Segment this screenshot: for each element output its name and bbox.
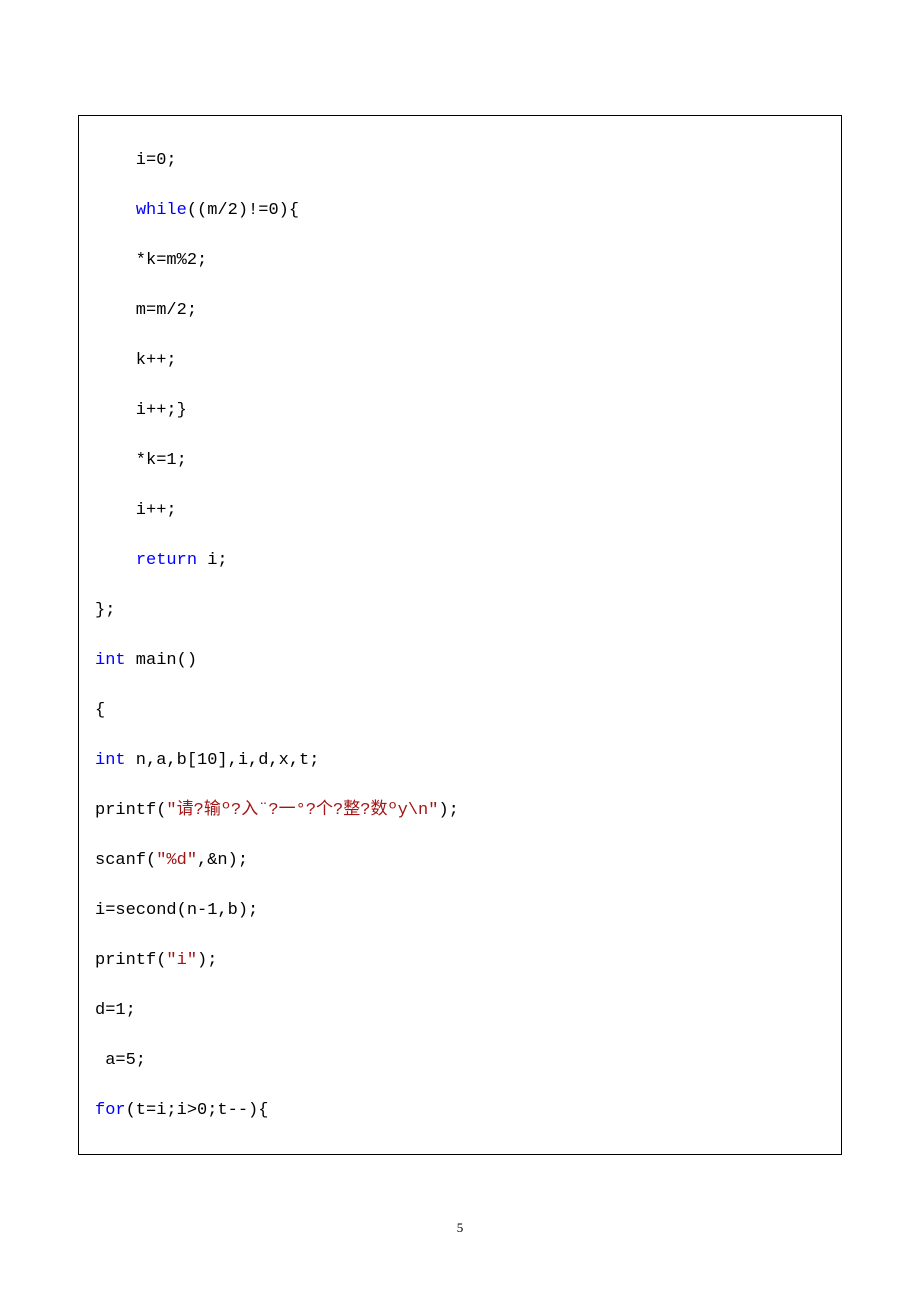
string-literal: "请?输º?入¨?一°?个?整?数ºy\n" — [166, 801, 438, 820]
code-text: ((m/2)!=0){ — [187, 201, 299, 220]
code-line: for(t=i;i>0;t--){ — [95, 1086, 825, 1136]
code-line: k++; — [95, 336, 825, 386]
code-line: *k=m%2; — [95, 236, 825, 286]
code-text: i++; — [95, 501, 177, 520]
document-page: i=0; while((m/2)!=0){ *k=m%2; m=m/2; k++… — [0, 0, 920, 1302]
code-line: }; — [95, 586, 825, 636]
code-line: i=0; — [95, 136, 825, 186]
code-text: ); — [438, 801, 458, 820]
code-text: (t=i;i>0;t--){ — [126, 1101, 269, 1120]
code-line: d=1; — [95, 986, 825, 1036]
code-line: i=second(n-1,b); — [95, 886, 825, 936]
code-line: printf("请?输º?入¨?一°?个?整?数ºy\n"); — [95, 786, 825, 836]
code-text: k++; — [95, 351, 177, 370]
string-literal: "%d" — [156, 851, 197, 870]
code-text — [95, 551, 136, 570]
code-text: }; — [95, 601, 115, 620]
code-text: i++;} — [95, 401, 187, 420]
code-line: i++; — [95, 486, 825, 536]
code-line: printf("i"); — [95, 936, 825, 986]
code-text: *k=m%2; — [95, 251, 207, 270]
code-line: int main() — [95, 636, 825, 686]
code-text: scanf( — [95, 851, 156, 870]
keyword-for: for — [95, 1101, 126, 1120]
code-text: main() — [126, 651, 197, 670]
keyword-int: int — [95, 651, 126, 670]
code-line: { — [95, 686, 825, 736]
string-literal: "i" — [166, 951, 197, 970]
code-line: i++;} — [95, 386, 825, 436]
code-text: a=5; — [95, 1051, 146, 1070]
page-number: 5 — [0, 1220, 920, 1236]
code-text — [95, 201, 136, 220]
keyword-return: return — [136, 551, 197, 570]
code-frame: i=0; while((m/2)!=0){ *k=m%2; m=m/2; k++… — [78, 115, 842, 1155]
code-text: n,a,b[10],i,d,x,t; — [126, 751, 320, 770]
code-line: m=m/2; — [95, 286, 825, 336]
code-text: ,&n); — [197, 851, 248, 870]
code-line: int n,a,b[10],i,d,x,t; — [95, 736, 825, 786]
code-text: ); — [197, 951, 217, 970]
code-text: m=m/2; — [95, 301, 197, 320]
code-text: i; — [197, 551, 228, 570]
keyword-while: while — [136, 201, 187, 220]
code-line: return i; — [95, 536, 825, 586]
code-text: printf( — [95, 951, 166, 970]
code-text: { — [95, 701, 105, 720]
code-line: while((m/2)!=0){ — [95, 186, 825, 236]
code-text: i=0; — [95, 151, 177, 170]
keyword-int: int — [95, 751, 126, 770]
code-line: a=5; — [95, 1036, 825, 1086]
code-text: *k=1; — [95, 451, 187, 470]
code-text: i=second(n-1,b); — [95, 901, 258, 920]
code-text: d=1; — [95, 1001, 136, 1020]
code-line: *k=1; — [95, 436, 825, 486]
code-line: scanf("%d",&n); — [95, 836, 825, 886]
